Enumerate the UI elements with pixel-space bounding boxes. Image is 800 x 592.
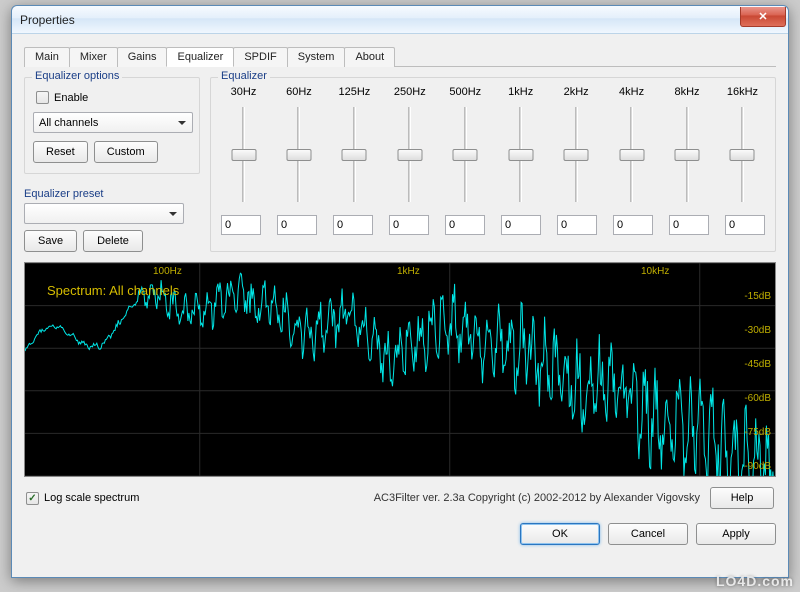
copyright-text: AC3Filter ver. 2.3a Copyright (c) 2002-2… bbox=[374, 492, 700, 504]
footer-row: Log scale spectrum AC3Filter ver. 2.3a C… bbox=[24, 485, 776, 509]
slider-250Hz[interactable] bbox=[387, 102, 432, 207]
chevron-down-icon bbox=[174, 114, 189, 131]
slider-thumb-icon bbox=[397, 149, 422, 161]
value-input-250Hz[interactable] bbox=[389, 215, 429, 235]
equalizer-preset-group: Equalizer preset Save Delete bbox=[24, 188, 200, 252]
x-tick-10khz: 10kHz bbox=[641, 266, 669, 277]
value-input-16kHz[interactable] bbox=[725, 215, 765, 235]
y-tick-15db: -15dB bbox=[744, 291, 771, 302]
dialog-buttons: OK Cancel Apply bbox=[24, 523, 776, 545]
slider-2kHz[interactable] bbox=[554, 102, 599, 207]
slider-thumb-icon bbox=[619, 149, 644, 161]
value-input-30Hz[interactable] bbox=[221, 215, 261, 235]
tab-mixer[interactable]: Mixer bbox=[69, 47, 118, 67]
freq-label-250Hz: 250Hz bbox=[387, 86, 432, 98]
freq-label-2kHz: 2kHz bbox=[554, 86, 599, 98]
freq-label-60Hz: 60Hz bbox=[276, 86, 321, 98]
tab-equalizer[interactable]: Equalizer bbox=[166, 47, 234, 67]
enable-checkbox[interactable] bbox=[36, 91, 49, 104]
spectrum-title: Spectrum: All channels bbox=[47, 283, 179, 298]
y-tick-60db: -60dB bbox=[744, 393, 771, 404]
freq-label-1kHz: 1kHz bbox=[498, 86, 543, 98]
freq-label-30Hz: 30Hz bbox=[221, 86, 266, 98]
frequency-labels: 30Hz 60Hz 125Hz 250Hz 500Hz 1kHz 2kHz 4kHz 8kHz 1… bbox=[221, 86, 765, 98]
properties-window: Properties ✕ Main Mixer Gains Equalizer … bbox=[11, 5, 789, 578]
slider-4kHz[interactable] bbox=[609, 102, 654, 207]
log-scale-label: Log scale spectrum bbox=[44, 492, 139, 504]
slider-125Hz[interactable] bbox=[332, 102, 377, 207]
client-area: Main Mixer Gains Equalizer SPDIF System … bbox=[12, 34, 788, 555]
slider-thumb-icon bbox=[453, 149, 478, 161]
tab-gains[interactable]: Gains bbox=[117, 47, 168, 67]
tabstrip: Main Mixer Gains Equalizer SPDIF System … bbox=[24, 46, 776, 67]
value-input-60Hz[interactable] bbox=[277, 215, 317, 235]
eq-preset-legend: Equalizer preset bbox=[24, 188, 200, 200]
tab-spdif[interactable]: SPDIF bbox=[233, 47, 287, 67]
y-tick-75db: -75dB bbox=[744, 427, 771, 438]
slider-500Hz[interactable] bbox=[443, 102, 488, 207]
slider-30Hz[interactable] bbox=[221, 102, 266, 207]
y-tick-90db: -90dB bbox=[744, 461, 771, 472]
equalizer-options-group: Equalizer options Enable All channels Re… bbox=[24, 77, 200, 174]
ok-button[interactable]: OK bbox=[520, 523, 600, 545]
value-input-2kHz[interactable] bbox=[557, 215, 597, 235]
equalizer-group: Equalizer 30Hz60Hz125Hz250Hz500Hz1kHz2kH… bbox=[210, 77, 776, 252]
spectrum-display: Spectrum: All channels 100Hz 1kHz 10kHz … bbox=[24, 262, 776, 477]
tab-main[interactable]: Main bbox=[24, 47, 70, 67]
slider-thumb-icon bbox=[564, 149, 589, 161]
tab-about[interactable]: About bbox=[344, 47, 395, 67]
freq-label-500Hz: 500Hz bbox=[443, 86, 488, 98]
help-button[interactable]: Help bbox=[710, 487, 774, 509]
value-input-1kHz[interactable] bbox=[501, 215, 541, 235]
equalizer-legend: Equalizer bbox=[218, 70, 270, 82]
freq-label-4kHz: 4kHz bbox=[609, 86, 654, 98]
x-tick-1khz: 1kHz bbox=[397, 266, 420, 277]
enable-label: Enable bbox=[54, 92, 88, 104]
preset-select[interactable] bbox=[24, 203, 184, 224]
slider-thumb-icon bbox=[342, 149, 367, 161]
slider-16kHz[interactable] bbox=[720, 102, 765, 207]
close-button[interactable]: ✕ bbox=[740, 7, 786, 27]
channels-select-value: All channels bbox=[39, 117, 98, 129]
eq-options-legend: Equalizer options bbox=[32, 70, 122, 82]
titlebar[interactable]: Properties ✕ bbox=[12, 6, 788, 34]
window-title: Properties bbox=[20, 13, 75, 27]
value-input-8kHz[interactable] bbox=[669, 215, 709, 235]
tab-system[interactable]: System bbox=[287, 47, 346, 67]
slider-thumb-icon bbox=[508, 149, 533, 161]
slider-thumb-icon bbox=[730, 149, 755, 161]
slider-thumb-icon bbox=[231, 149, 256, 161]
chevron-down-icon bbox=[165, 205, 180, 222]
slider-8kHz[interactable] bbox=[665, 102, 710, 207]
y-tick-45db: -45dB bbox=[744, 359, 771, 370]
apply-button[interactable]: Apply bbox=[696, 523, 776, 545]
save-button[interactable]: Save bbox=[24, 230, 77, 252]
slider-60Hz[interactable] bbox=[276, 102, 321, 207]
values-row bbox=[221, 215, 765, 235]
value-input-500Hz[interactable] bbox=[445, 215, 485, 235]
freq-label-125Hz: 125Hz bbox=[332, 86, 377, 98]
close-icon: ✕ bbox=[758, 10, 767, 23]
channels-select[interactable]: All channels bbox=[33, 112, 193, 133]
x-tick-100hz: 100Hz bbox=[153, 266, 182, 277]
slider-1kHz[interactable] bbox=[498, 102, 543, 207]
delete-button[interactable]: Delete bbox=[83, 230, 143, 252]
log-scale-checkbox[interactable] bbox=[26, 492, 39, 505]
y-tick-30db: -30dB bbox=[744, 325, 771, 336]
slider-thumb-icon bbox=[675, 149, 700, 161]
value-input-125Hz[interactable] bbox=[333, 215, 373, 235]
value-input-4kHz[interactable] bbox=[613, 215, 653, 235]
slider-thumb-icon bbox=[286, 149, 311, 161]
sliders-row bbox=[221, 102, 765, 207]
cancel-button[interactable]: Cancel bbox=[608, 523, 688, 545]
freq-label-16kHz: 16kHz bbox=[720, 86, 765, 98]
freq-label-8kHz: 8kHz bbox=[665, 86, 710, 98]
custom-button[interactable]: Custom bbox=[94, 141, 158, 163]
reset-button[interactable]: Reset bbox=[33, 141, 88, 163]
